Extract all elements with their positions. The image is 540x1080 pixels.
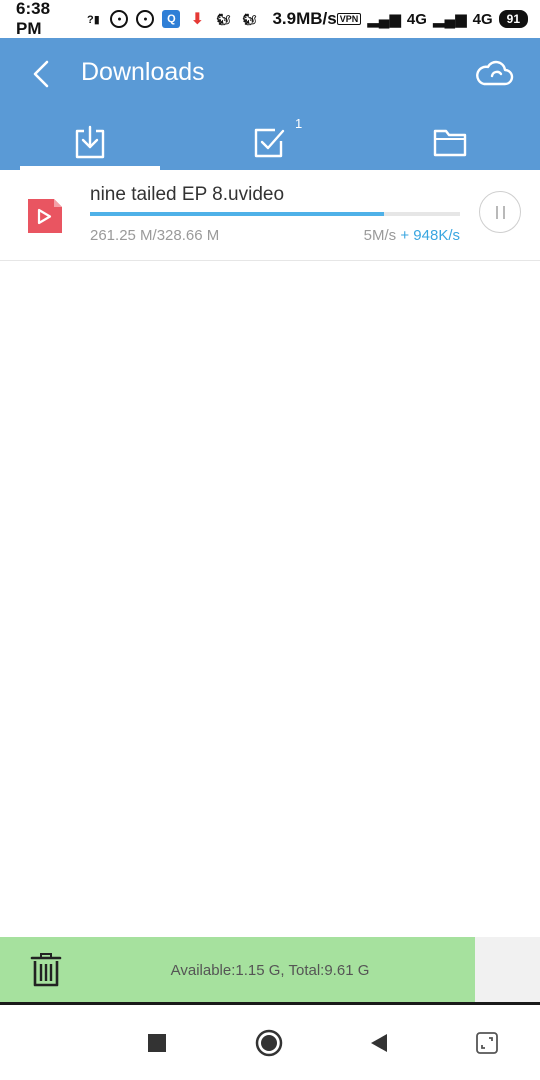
pause-icon: [502, 205, 505, 219]
home-button[interactable]: [254, 1028, 284, 1058]
expand-button[interactable]: [472, 1028, 502, 1058]
network-type: 4G: [406, 10, 427, 28]
video-file-icon: [28, 199, 62, 233]
battery-icon: 91: [498, 10, 528, 28]
chevron-left-icon: [33, 60, 49, 88]
speed-value: 5M/s: [363, 227, 397, 244]
tab-files[interactable]: [380, 114, 520, 170]
download-item[interactable]: nine tailed EP 8.uvideo 261.25 M/328.66 …: [0, 170, 540, 261]
back-nav-button[interactable]: [364, 1028, 394, 1058]
speed-boost: + 948K/s: [400, 227, 460, 244]
recents-button[interactable]: [142, 1028, 172, 1058]
search-app-icon: Q: [162, 10, 181, 28]
notification-icon: ●: [110, 10, 129, 28]
page-title: Downloads: [81, 58, 205, 86]
circle-icon: [255, 1029, 283, 1057]
file-name: nine tailed EP 8.uvideo: [90, 184, 285, 205]
download-icon: [75, 125, 105, 159]
download-speed: 5M/s + 948K/s: [364, 227, 460, 244]
download-size: 261.25 M/328.66 M: [90, 227, 220, 244]
cloud-button[interactable]: [474, 56, 514, 92]
folder-icon: [433, 129, 467, 157]
download-progress-bar: [90, 212, 460, 216]
triangle-left-icon: [371, 1034, 387, 1052]
signal-icon: ▂▄▆: [432, 11, 467, 28]
status-bar: 6:38 PM ?▮ ● ● Q ⬇ 🐿 🐿 3.9MB/s VPN ▂▄▆ 4…: [0, 0, 540, 38]
app-bar: Downloads 1: [0, 38, 540, 170]
notification-icon: ●: [136, 10, 155, 28]
storage-info: Available:1.15 G, Total:9.61 G: [170, 962, 370, 979]
network-speed: 3.9MB/s: [272, 9, 337, 28]
check-box-icon: [254, 128, 285, 158]
notification-icons: ?▮ ● ● Q ⬇ 🐿 🐿 3.9MB/s: [84, 9, 337, 29]
vpn-badge: VPN: [336, 13, 362, 25]
signal-unknown-icon: ?▮: [87, 13, 100, 26]
uc-browser-icon: 🐿: [216, 13, 231, 26]
pause-button[interactable]: [479, 191, 521, 233]
uc-browser-icon: 🐿: [242, 13, 257, 26]
signal-icon: ▂▄▆: [367, 11, 401, 28]
completed-count-badge: 1: [295, 116, 303, 131]
cloud-icon: [476, 60, 514, 86]
download-arrow-icon: ⬇: [190, 11, 205, 28]
network-type: 4G: [472, 10, 493, 28]
tab-completed[interactable]: [200, 114, 340, 170]
pause-icon: [495, 205, 498, 219]
expand-icon: [476, 1032, 498, 1054]
system-nav-bar: [0, 1005, 540, 1080]
back-button[interactable]: [26, 54, 56, 94]
tab-bar: [0, 114, 540, 170]
storage-bar: Available:1.15 G, Total:9.61 G: [0, 937, 540, 1004]
download-progress-fill: [90, 212, 385, 216]
square-icon: [148, 1034, 166, 1052]
tab-downloading[interactable]: [20, 114, 160, 170]
status-time: 6:38 PM: [16, 0, 51, 38]
